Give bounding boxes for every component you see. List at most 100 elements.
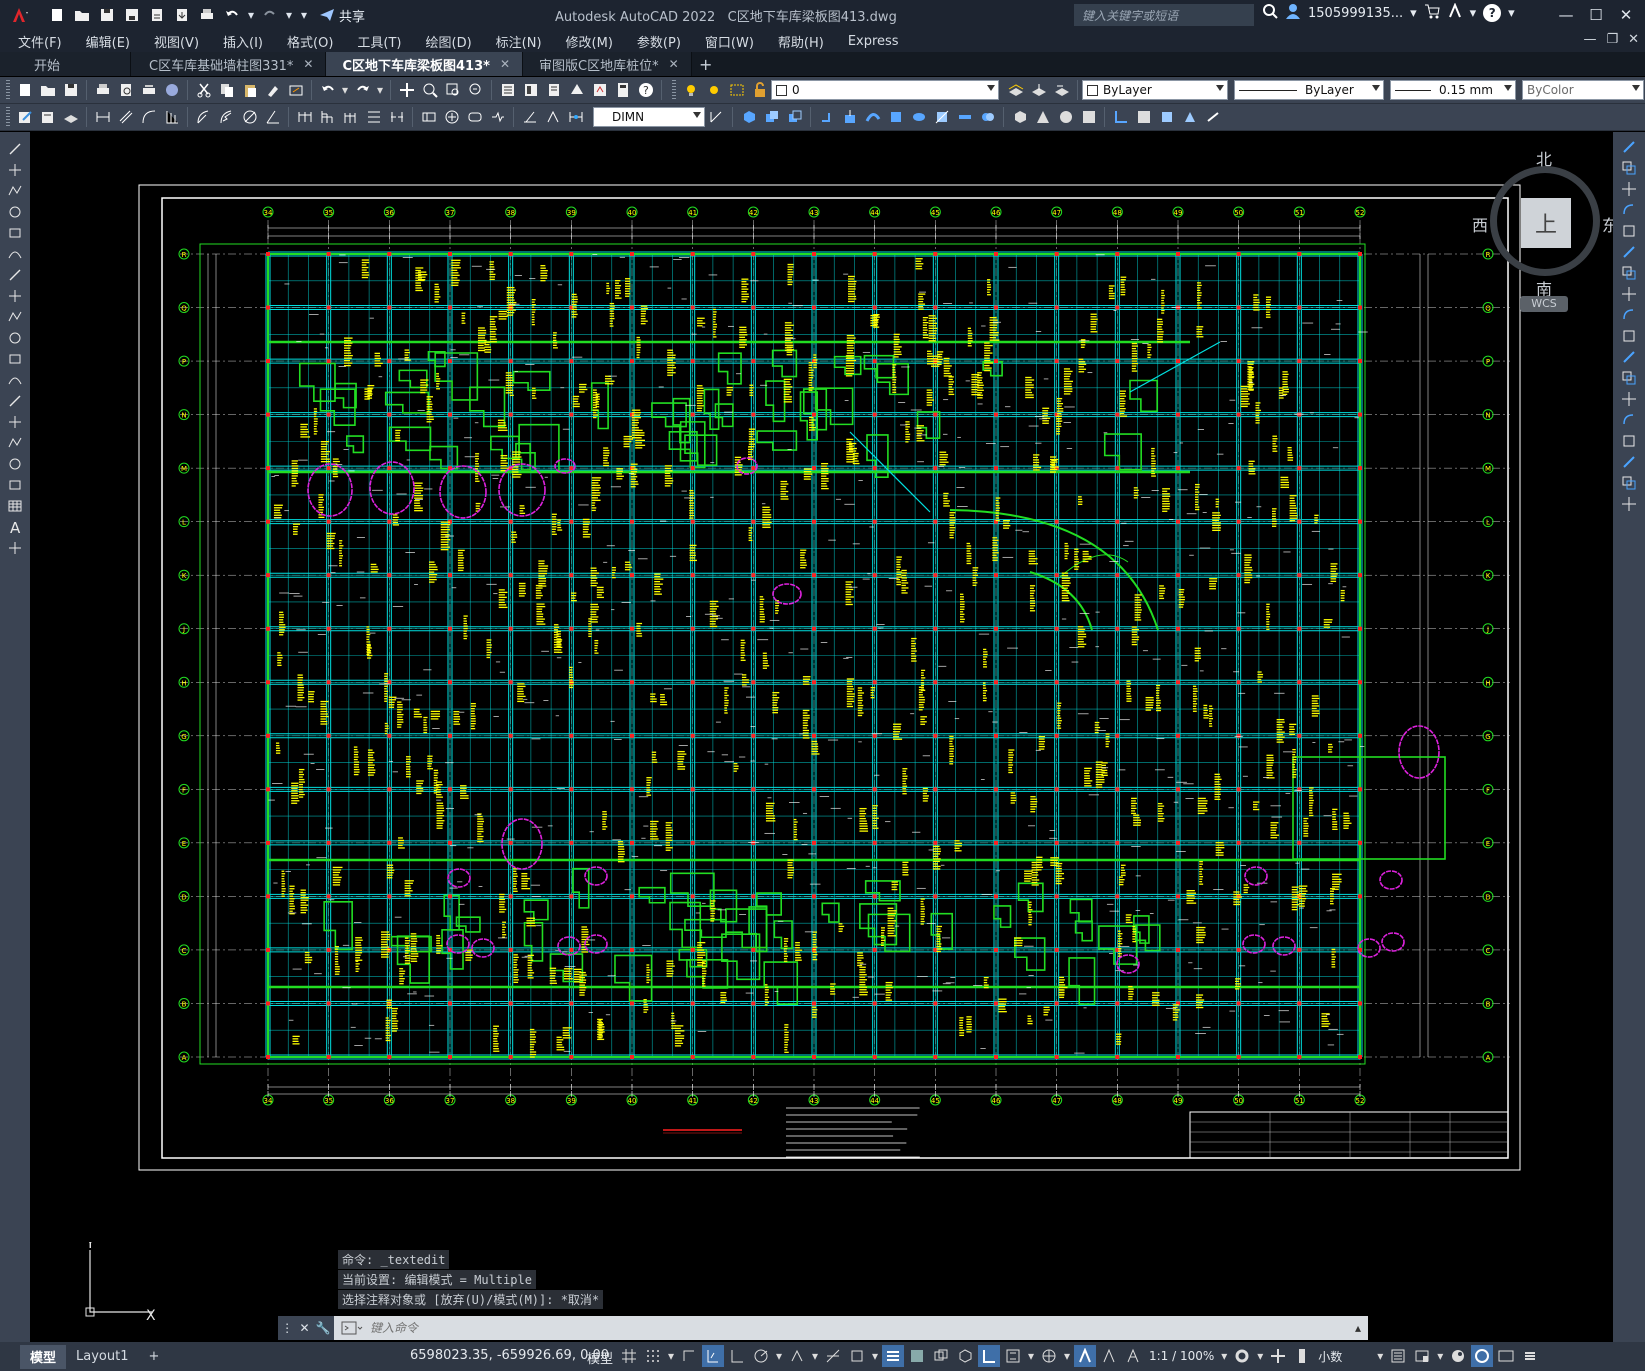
materials-icon[interactable] xyxy=(1055,107,1076,128)
linear-dim-icon[interactable] xyxy=(92,107,113,128)
blend-icon[interactable] xyxy=(1613,472,1645,493)
jogged-linear-icon[interactable] xyxy=(487,107,508,128)
layer-previous-icon[interactable] xyxy=(1051,80,1072,101)
autodesk-account-icon[interactable] xyxy=(1447,2,1463,23)
zoom-previous-icon[interactable] xyxy=(465,80,486,101)
menu-item-0[interactable]: 文件(F) xyxy=(6,32,74,51)
layer-properties-icon[interactable] xyxy=(1005,80,1026,101)
rectangle-icon[interactable] xyxy=(0,222,30,243)
save-icon[interactable] xyxy=(60,80,81,101)
fillet-icon[interactable] xyxy=(1613,451,1645,472)
insert-block-icon[interactable] xyxy=(0,369,30,390)
open-icon[interactable] xyxy=(71,4,93,26)
sheet-set-icon[interactable] xyxy=(566,80,587,101)
quick-dim-icon[interactable] xyxy=(294,107,315,128)
ucs-object-icon[interactable] xyxy=(1202,107,1223,128)
menu-item-8[interactable]: 修改(M) xyxy=(554,32,625,51)
close-icon[interactable]: ✕ xyxy=(1611,0,1641,30)
multiline-text-icon[interactable]: A xyxy=(0,516,30,537)
undo-icon[interactable] xyxy=(221,4,243,26)
chamfer-icon[interactable] xyxy=(1613,430,1645,451)
pan-icon[interactable] xyxy=(396,80,417,101)
sun-icon[interactable] xyxy=(703,80,724,101)
undo-dropdown-icon[interactable]: ▾ xyxy=(246,4,256,26)
gradient-icon[interactable] xyxy=(0,453,30,474)
break-icon[interactable] xyxy=(1613,388,1645,409)
design-center-icon[interactable] xyxy=(520,80,541,101)
help-icon[interactable]: ? xyxy=(635,80,656,101)
user-icon[interactable] xyxy=(1285,3,1301,23)
break-at-point-icon[interactable] xyxy=(1613,367,1645,388)
tab-3[interactable]: 审图版C区地库桩位* ✕ xyxy=(523,52,692,76)
loft-icon[interactable] xyxy=(885,107,906,128)
properties-icon[interactable] xyxy=(497,80,518,101)
new-tab-button[interactable]: + xyxy=(692,52,720,76)
calculator-icon[interactable] xyxy=(612,80,633,101)
diameter-dim-icon[interactable] xyxy=(239,107,260,128)
ucs-face-icon[interactable] xyxy=(1179,107,1200,128)
revision-cloud-icon[interactable] xyxy=(0,285,30,306)
extrude-icon[interactable] xyxy=(816,107,837,128)
user-name[interactable]: 1505999135... xyxy=(1308,6,1403,21)
block-editor-icon[interactable] xyxy=(285,80,306,101)
menu-item-7[interactable]: 标注(N) xyxy=(484,32,554,51)
toolbar-grip[interactable] xyxy=(6,107,10,127)
toolbar-grip[interactable] xyxy=(6,80,10,100)
plotstyle-dropdown[interactable]: ByColor xyxy=(1522,80,1644,100)
customize-qat-icon[interactable]: ▾ xyxy=(297,4,311,26)
subtract-icon[interactable] xyxy=(784,107,805,128)
menu-item-10[interactable]: 窗口(W) xyxy=(693,32,766,51)
dimstyle-dropdown[interactable]: DIMN xyxy=(593,107,705,127)
publish-icon[interactable] xyxy=(138,80,159,101)
redo-icon[interactable] xyxy=(259,4,281,26)
search-input[interactable]: 键入关键字或短语 xyxy=(1074,4,1254,26)
ucs-world-icon[interactable] xyxy=(1133,107,1154,128)
doc-close-icon[interactable]: ✕ xyxy=(1628,32,1639,47)
drawing-canvas[interactable]: 34 34 35 35 36 36 37 37 38 38 39 39 40 40 41 41 42 42 43 43… xyxy=(30,132,1613,1342)
presspull-icon[interactable] xyxy=(839,107,860,128)
web-save-icon[interactable] xyxy=(146,4,168,26)
inspect-icon[interactable] xyxy=(464,107,485,128)
undo-dropdown-icon[interactable]: ▾ xyxy=(340,80,350,101)
menu-item-1[interactable]: 编辑(E) xyxy=(74,32,142,51)
box-icon[interactable] xyxy=(738,107,759,128)
ucs-icon[interactable] xyxy=(1110,107,1131,128)
menu-item-2[interactable]: 视图(V) xyxy=(142,32,211,51)
tab-1[interactable]: C区车库基础墙柱图331* ✕ xyxy=(131,52,327,76)
array-icon[interactable] xyxy=(1613,220,1645,241)
cut-icon[interactable] xyxy=(193,80,214,101)
scale-icon[interactable] xyxy=(1613,283,1645,304)
minimize-icon[interactable]: — xyxy=(1551,0,1581,30)
circle-icon[interactable] xyxy=(0,264,30,285)
move-icon[interactable] xyxy=(1613,241,1645,262)
visual-style-icon[interactable] xyxy=(1009,107,1030,128)
export-icon[interactable] xyxy=(171,4,193,26)
doc-minimize-icon[interactable]: — xyxy=(1583,32,1596,47)
line-icon[interactable] xyxy=(0,138,30,159)
ordinate-dim-icon[interactable] xyxy=(161,107,182,128)
polyline-icon[interactable] xyxy=(0,180,30,201)
layer-walk-icon[interactable] xyxy=(60,107,81,128)
share-button[interactable]: 共享 xyxy=(319,6,365,25)
save-as-icon[interactable] xyxy=(121,4,143,26)
aligned-dim-icon[interactable] xyxy=(115,107,136,128)
region-icon[interactable] xyxy=(0,474,30,495)
add-selected-icon[interactable] xyxy=(0,537,30,558)
tab-close-icon[interactable]: ✕ xyxy=(500,57,510,71)
stretch-icon[interactable] xyxy=(1613,304,1645,325)
polygon-icon[interactable] xyxy=(0,201,30,222)
copy-object-icon[interactable] xyxy=(1613,157,1645,178)
sweep-icon[interactable] xyxy=(862,107,883,128)
arc-icon[interactable] xyxy=(0,243,30,264)
menu-item-12[interactable]: Express xyxy=(836,34,911,49)
zoom-window-icon[interactable] xyxy=(442,80,463,101)
explode-icon[interactable] xyxy=(1613,493,1645,514)
maximize-icon[interactable]: ☐ xyxy=(1581,0,1611,30)
trim-icon[interactable] xyxy=(1613,325,1645,346)
jogged-dim-icon[interactable] xyxy=(216,107,237,128)
paste-icon[interactable] xyxy=(239,80,260,101)
tool-palettes-icon[interactable] xyxy=(543,80,564,101)
menu-item-3[interactable]: 插入(I) xyxy=(211,32,275,51)
doc-restore-icon[interactable]: ❐ xyxy=(1606,32,1618,47)
dim-text-edit-icon[interactable] xyxy=(542,107,563,128)
